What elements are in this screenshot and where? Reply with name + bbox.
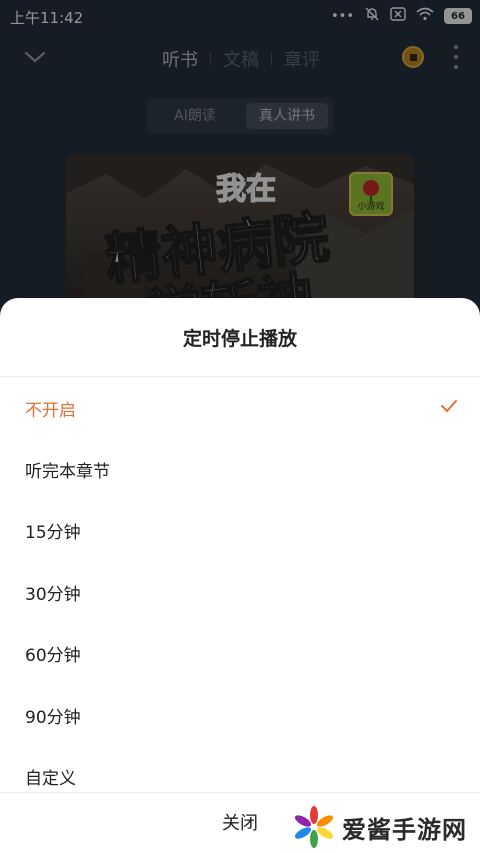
site-watermark: 爱酱手游网 — [292, 805, 472, 849]
checkmark-icon — [441, 400, 457, 413]
option-label: 听完本章节 — [25, 462, 110, 482]
timer-option-custom[interactable]: 自定义 — [0, 747, 480, 803]
divider — [0, 376, 480, 377]
sleep-timer-sheet: 定时停止播放 不开启 听完本章节 15分钟 30分钟 60分钟 90分钟 自定义 — [0, 298, 480, 853]
close-button[interactable]: 关闭 — [200, 806, 280, 842]
timer-option-off[interactable]: 不开启 — [0, 379, 480, 435]
watermark-text: 爱酱手游网 — [342, 815, 467, 844]
option-label: 不开启 — [25, 401, 76, 421]
option-label: 30分钟 — [25, 585, 81, 605]
option-label: 自定义 — [25, 769, 76, 789]
timer-option-90[interactable]: 90分钟 — [0, 686, 480, 742]
timer-option-60[interactable]: 60分钟 — [0, 624, 480, 680]
timer-option-15[interactable]: 15分钟 — [0, 501, 480, 557]
footer-divider — [0, 792, 480, 793]
timer-option-chapter[interactable]: 听完本章节 — [0, 440, 480, 496]
option-label: 90分钟 — [25, 708, 81, 728]
timer-option-30[interactable]: 30分钟 — [0, 563, 480, 619]
sheet-title: 定时停止播放 — [182, 328, 297, 350]
option-label: 15分钟 — [25, 523, 81, 543]
option-label: 60分钟 — [25, 646, 81, 666]
pinwheel-logo-icon — [294, 806, 334, 848]
